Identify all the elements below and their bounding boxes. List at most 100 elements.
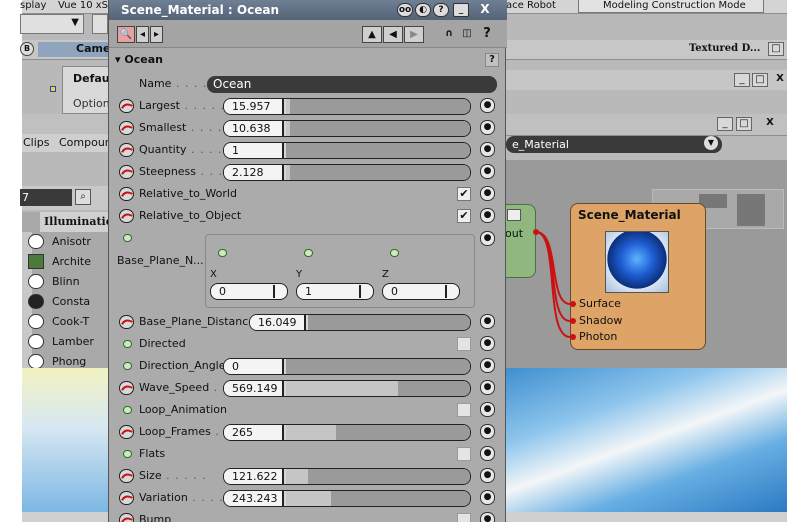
help-icon[interactable]: ? [479, 26, 495, 43]
static-param-icon[interactable] [123, 450, 132, 458]
param-slider[interactable]: 2.128 [223, 164, 471, 181]
menu-item-face-robot[interactable]: ace Robot [506, 0, 556, 11]
connect-icon[interactable]: ● [480, 164, 495, 179]
animate-icon[interactable] [119, 491, 134, 505]
section-header[interactable]: ▾ Ocean ? [109, 50, 507, 70]
small-button[interactable] [92, 14, 108, 34]
animate-icon[interactable] [119, 165, 134, 179]
param-value-input[interactable]: 15.957 [224, 99, 284, 114]
connect-icon[interactable]: ● [480, 380, 495, 395]
animate-icon[interactable] [119, 187, 134, 201]
param-value-input[interactable]: 121.622 [224, 469, 284, 484]
animate-icon[interactable] [119, 469, 134, 483]
param-slider[interactable]: 1 [223, 142, 471, 159]
param-value-input[interactable]: 0 [224, 359, 284, 374]
connect-icon[interactable]: ● [480, 446, 495, 461]
param-checkbox[interactable] [457, 337, 471, 351]
close-icon[interactable]: X [772, 73, 787, 87]
static-param-icon[interactable] [390, 249, 399, 257]
param-value-input[interactable]: 16.049 [250, 315, 306, 330]
viewport-b-icon[interactable]: B [20, 42, 34, 56]
scene-material-node[interactable]: Scene_Material [570, 203, 706, 350]
minimize-icon[interactable]: _ [717, 117, 733, 131]
connect-icon[interactable]: ● [480, 142, 495, 157]
menu-item-vue[interactable]: Vue 10 xS [58, 0, 108, 11]
static-param-icon[interactable] [218, 249, 227, 257]
search-input[interactable]: 7 [20, 189, 72, 206]
connect-icon[interactable]: ● [480, 424, 495, 439]
textured-display-label[interactable]: Textured D... [689, 43, 760, 54]
connect-icon[interactable]: ● [480, 512, 495, 522]
param-slider[interactable]: 265 [223, 424, 471, 441]
param-value-input[interactable]: 569.149 [224, 381, 284, 396]
arrow-left-right-icon[interactable]: ◀ [383, 26, 403, 43]
restore-icon[interactable]: □ [752, 73, 768, 87]
minimize-icon[interactable]: _ [734, 73, 750, 87]
connect-icon[interactable]: ● [480, 336, 495, 351]
vector-x-input[interactable]: 0 [210, 283, 288, 300]
param-slider[interactable]: 10.638 [223, 120, 471, 137]
minimize-icon[interactable]: _ [453, 3, 469, 17]
close-icon[interactable]: X [477, 3, 493, 17]
connect-icon[interactable]: ● [480, 120, 495, 135]
eye-icon[interactable]: oo [397, 3, 413, 17]
param-slider[interactable]: 15.957 [223, 98, 471, 115]
maximize-icon[interactable]: □ [768, 42, 784, 56]
param-value-input[interactable]: 2.128 [224, 165, 284, 180]
connect-icon[interactable]: ● [480, 186, 495, 201]
param-slider[interactable]: 0 [223, 358, 471, 375]
combo-box[interactable]: ▼ [20, 14, 84, 34]
menu-clips[interactable]: Clips [23, 136, 50, 149]
name-input[interactable]: Ocean [207, 76, 497, 93]
restore-icon[interactable]: □ [736, 117, 752, 131]
animate-icon[interactable] [119, 513, 134, 522]
node-collapse-icon[interactable] [507, 209, 521, 221]
list-item[interactable]: Consta [22, 292, 110, 312]
search-icon[interactable]: ⌕ [75, 189, 91, 205]
param-value-input[interactable]: 10.638 [224, 121, 284, 136]
copy-icon[interactable]: ◫ [459, 26, 475, 43]
connect-icon[interactable]: ● [480, 314, 495, 329]
list-item[interactable]: Phong [22, 352, 110, 368]
list-item[interactable]: Lamber [22, 332, 110, 352]
animate-icon[interactable] [119, 121, 134, 135]
triangle-up-icon[interactable]: ▲ [362, 26, 382, 43]
panel-title[interactable]: Scene_Material : Ocean oo ◐ ? _ X [109, 0, 507, 20]
param-checkbox[interactable] [457, 513, 471, 522]
magnet-icon[interactable]: ∩ [441, 26, 457, 43]
arrow-next-icon[interactable]: ▶ [404, 26, 424, 43]
connect-icon[interactable]: ● [480, 98, 495, 113]
animate-icon[interactable] [119, 143, 134, 157]
animate-icon[interactable] [119, 381, 134, 395]
connect-icon[interactable]: ● [480, 490, 495, 505]
param-checkbox[interactable] [457, 403, 471, 417]
static-param-icon[interactable] [123, 362, 132, 370]
param-slider[interactable]: 569.149 [223, 380, 471, 397]
arrow-left-icon[interactable]: ◂ [136, 26, 149, 43]
connect-icon[interactable]: ● [480, 358, 495, 373]
param-checkbox[interactable]: ✔ [457, 187, 471, 201]
connect-icon[interactable]: ● [480, 231, 495, 246]
static-param-icon[interactable] [123, 406, 132, 414]
static-param-icon[interactable] [123, 340, 132, 348]
animate-icon[interactable] [119, 315, 134, 329]
material-dropdown[interactable]: e_Material ▼ [506, 136, 722, 153]
arrow-right-icon[interactable]: ▸ [150, 26, 163, 43]
animate-icon[interactable] [119, 425, 134, 439]
list-item[interactable]: Cook-T [22, 312, 110, 332]
section-help-icon[interactable]: ? [485, 53, 499, 67]
viewport-left[interactable] [22, 368, 110, 514]
vector-z-input[interactable]: 0 [382, 283, 460, 300]
globe-icon[interactable]: ◐ [415, 3, 431, 17]
param-checkbox[interactable]: ✔ [457, 209, 471, 223]
param-value-input[interactable]: 1 [224, 143, 284, 158]
param-slider[interactable]: 121.622 [223, 468, 471, 485]
help-circle-icon[interactable]: ? [433, 3, 449, 17]
param-value-input[interactable]: 243.243 [224, 491, 284, 506]
render-viewport[interactable] [506, 368, 787, 514]
list-item[interactable]: Anisotr [22, 232, 110, 252]
vector-y-input[interactable]: 1 [296, 283, 374, 300]
param-slider[interactable]: 243.243 [223, 490, 471, 507]
close-icon[interactable]: X [762, 117, 778, 131]
static-param-icon[interactable] [123, 234, 132, 242]
